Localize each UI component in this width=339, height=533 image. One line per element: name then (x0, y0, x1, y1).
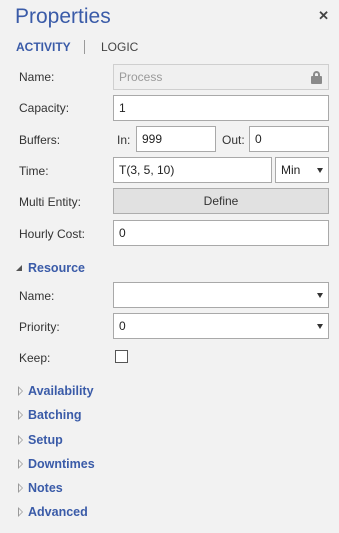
time-label: Time: (19, 164, 49, 178)
section-notes-label: Notes (28, 481, 63, 495)
tab-logic[interactable]: LOGIC (101, 40, 138, 54)
resource-section-header[interactable]: Resource (16, 261, 96, 277)
tab-divider (84, 40, 85, 54)
time-input[interactable]: T(3, 5, 10) (113, 157, 272, 183)
collapsed-triangle-icon (18, 435, 23, 445)
collapsed-triangle-icon (18, 507, 23, 517)
chevron-down-icon (317, 324, 323, 329)
section-setup[interactable]: Setup (16, 433, 126, 449)
name-value: Process (119, 70, 163, 84)
chevron-down-icon (317, 293, 323, 298)
section-advanced-label: Advanced (28, 505, 88, 519)
close-icon[interactable]: ✕ (318, 8, 329, 24)
name-label: Name: (19, 70, 55, 84)
panel-title: Properties (15, 5, 111, 28)
buffer-in-input[interactable]: 999 (136, 126, 216, 152)
keep-label: Keep: (19, 351, 51, 365)
multi-entity-label: Multi Entity: (19, 195, 82, 209)
properties-panel: Properties ✕ ACTIVITY LOGIC Name: Proces… (0, 0, 339, 533)
section-advanced[interactable]: Advanced (16, 505, 126, 521)
tab-activity[interactable]: ACTIVITY (16, 40, 71, 54)
priority-value: 0 (119, 319, 126, 333)
lock-icon (311, 71, 322, 84)
buffers-label: Buffers: (19, 133, 61, 147)
section-setup-label: Setup (28, 433, 63, 447)
buffer-in-label: In: (117, 133, 131, 147)
hourly-cost-input[interactable]: 0 (113, 220, 329, 246)
section-downtimes-label: Downtimes (28, 457, 95, 471)
section-batching[interactable]: Batching (16, 408, 126, 424)
collapsed-triangle-icon (18, 459, 23, 469)
capacity-input[interactable]: 1 (113, 95, 329, 121)
time-unit-select[interactable]: Min (275, 157, 329, 183)
section-notes[interactable]: Notes (16, 481, 126, 497)
hourly-cost-label: Hourly Cost: (19, 227, 86, 241)
priority-select[interactable]: 0 (113, 313, 329, 339)
resource-name-select[interactable] (113, 282, 329, 308)
buffer-out-input[interactable]: 0 (249, 126, 329, 152)
section-downtimes[interactable]: Downtimes (16, 457, 126, 473)
resource-section-label: Resource (28, 261, 85, 275)
collapsed-triangle-icon (18, 410, 23, 420)
keep-checkbox[interactable] (115, 350, 128, 363)
time-unit-value: Min (281, 163, 301, 177)
buffer-out-label: Out: (222, 133, 245, 147)
resource-name-label: Name: (19, 289, 55, 303)
capacity-label: Capacity: (19, 101, 70, 115)
name-field: Process (113, 64, 329, 90)
section-availability[interactable]: Availability (16, 384, 126, 400)
chevron-down-icon (317, 168, 323, 173)
define-button[interactable]: Define (113, 188, 329, 214)
priority-label: Priority: (19, 320, 60, 334)
collapsed-triangle-icon (18, 483, 23, 493)
collapsed-triangle-icon (18, 386, 23, 396)
section-batching-label: Batching (28, 408, 82, 422)
expanded-triangle-icon (16, 265, 22, 271)
section-availability-label: Availability (28, 384, 94, 398)
